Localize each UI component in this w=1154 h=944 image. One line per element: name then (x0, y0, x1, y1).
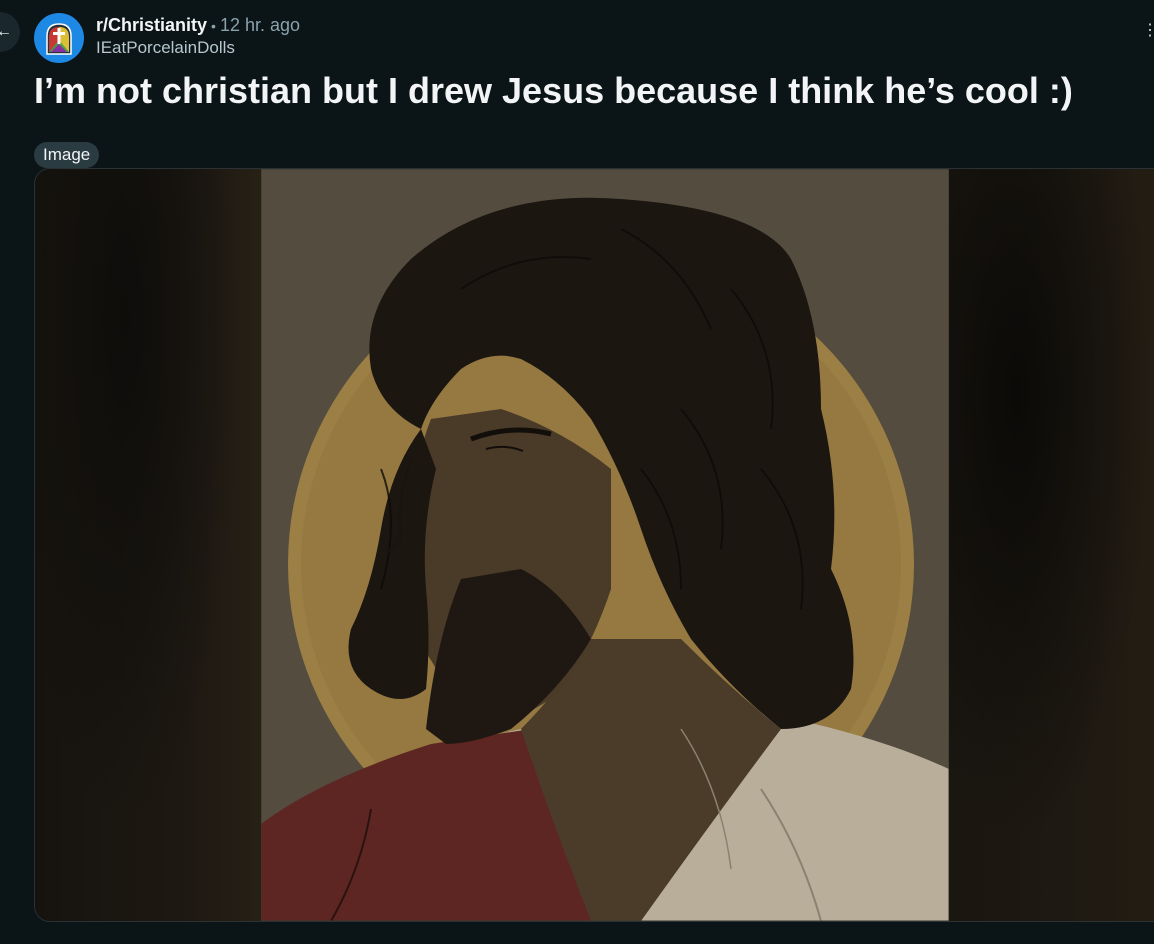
post-meta: r/Christianity • 12 hr. ago IEatPorcelainD… (96, 14, 300, 59)
image-blur-right (949, 169, 1154, 921)
arrow-left-icon: ← (0, 23, 12, 40)
post-image[interactable] (261, 169, 949, 921)
author-name[interactable]: IEatPorcelainDolls (96, 37, 300, 59)
back-button[interactable]: ← (0, 12, 20, 52)
overflow-icon[interactable]: ⋮ (1142, 20, 1154, 40)
post-time: 12 hr. ago (219, 15, 301, 35)
post-flair[interactable]: Image (34, 142, 100, 168)
post-image-container[interactable] (34, 168, 1154, 922)
meta-separator: • (211, 18, 216, 34)
subreddit-avatar[interactable] (34, 13, 84, 63)
post-page: ← ⋮ r/Christianity • 12 hr. ago IEatPorcel… (0, 0, 1154, 944)
subreddit-name[interactable]: r/Christianity (96, 15, 207, 35)
image-blur-left (35, 169, 261, 921)
post-title: I’m not christian but I drew Jesus becau… (34, 70, 1073, 111)
stained-glass-cross-icon (40, 19, 78, 57)
